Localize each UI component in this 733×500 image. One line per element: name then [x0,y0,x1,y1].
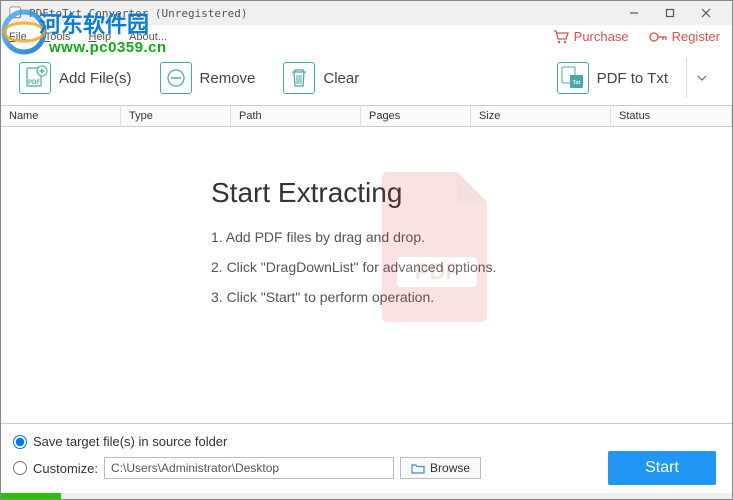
convert-dropdown-arrow[interactable] [686,58,716,98]
menu-about[interactable]: About... [129,31,167,43]
save-source-label: Save target file(s) in source folder [33,434,227,449]
output-path-input[interactable] [104,457,394,479]
customize-radio[interactable] [13,461,27,475]
header-links: Purchase Register [553,29,720,44]
customize-label: Customize: [33,461,98,476]
save-source-radio[interactable] [13,435,27,449]
add-files-label: Add File(s) [59,70,132,87]
title-bar: PDFtoTxt Converter (Unregistered) [1,1,732,25]
file-drop-area[interactable]: PDF Start Extracting 1. Add PDF files by… [1,127,732,397]
pdf-to-txt-icon: Txt [557,62,589,94]
col-path[interactable]: Path [231,106,361,126]
purchase-label: Purchase [574,29,629,44]
remove-label: Remove [200,70,256,87]
menu-help[interactable]: Help [88,31,111,43]
remove-icon [160,62,192,94]
register-label: Register [672,29,720,44]
convert-mode-button[interactable]: Txt PDF to Txt [549,52,722,104]
browse-button[interactable]: Browse [400,457,481,479]
svg-text:PDF: PDF [28,80,40,86]
svg-text:PDF: PDF [415,259,459,284]
col-type[interactable]: Type [121,106,231,126]
col-status[interactable]: Status [611,106,732,126]
menu-file[interactable]: File [9,31,27,43]
key-icon [649,31,667,43]
clear-label: Clear [323,70,359,87]
toolbar: PDF Add File(s) Remove Clear Txt PDF to … [1,49,732,105]
register-link[interactable]: Register [649,29,720,44]
convert-mode-label: PDF to Txt [597,70,668,87]
trash-icon [283,62,315,94]
menu-tools[interactable]: Tools [45,31,71,43]
add-files-icon: PDF [19,62,51,94]
minimize-button[interactable] [616,1,652,25]
remove-button[interactable]: Remove [152,56,270,100]
col-size[interactable]: Size [471,106,611,126]
window-title: PDFtoTxt Converter (Unregistered) [29,7,616,20]
progress-fill [1,493,61,499]
chevron-down-icon [697,75,707,81]
app-icon [9,6,23,20]
cart-icon [553,30,569,44]
browse-label: Browse [430,461,470,475]
close-button[interactable] [688,1,724,25]
progress-bar [1,493,732,499]
footer: Save target file(s) in source folder Cus… [1,423,732,499]
start-button[interactable]: Start [608,451,716,485]
folder-icon [411,463,425,474]
clear-button[interactable]: Clear [275,56,373,100]
add-files-button[interactable]: PDF Add File(s) [11,56,146,100]
col-name[interactable]: Name [1,106,121,126]
purchase-link[interactable]: Purchase [553,29,629,44]
svg-text:Txt: Txt [572,80,580,86]
save-source-row: Save target file(s) in source folder [13,434,720,449]
col-pages[interactable]: Pages [361,106,471,126]
table-header: Name Type Path Pages Size Status [1,105,732,127]
pdf-watermark-icon: PDF [372,167,502,327]
maximize-button[interactable] [652,1,688,25]
